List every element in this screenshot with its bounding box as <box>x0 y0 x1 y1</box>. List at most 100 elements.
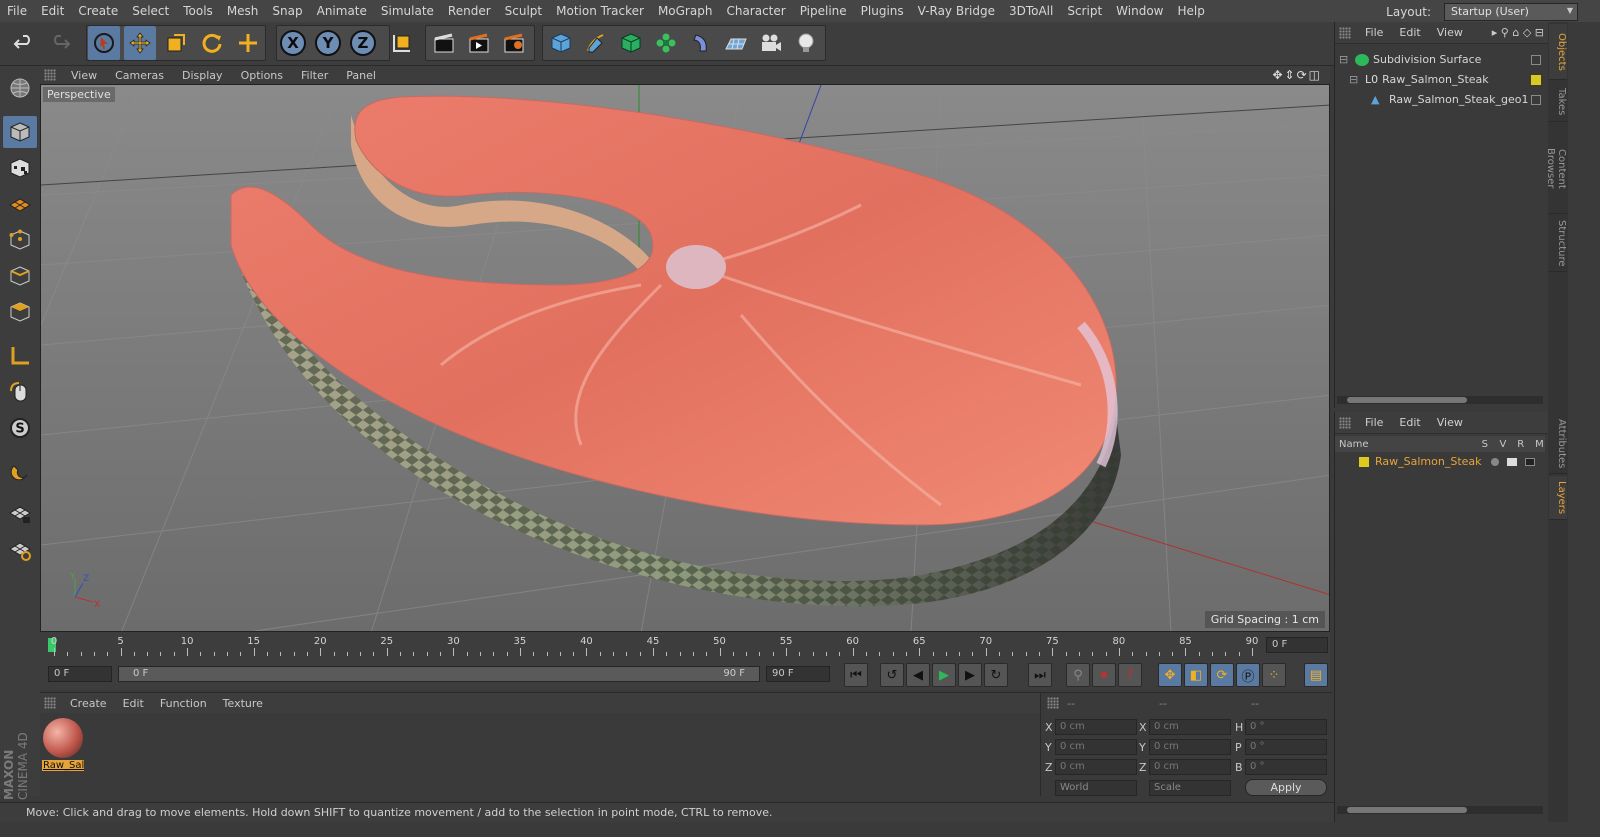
start-frame-field[interactable]: 0 F <box>48 666 112 682</box>
tree-item-subdivision[interactable]: ⊟ Subdivision Surface <box>1335 50 1545 69</box>
objects-scrollbar[interactable] <box>1337 396 1543 404</box>
model-mode-button[interactable] <box>3 116 37 148</box>
tree-item-null[interactable]: ⊟ L0 Raw_Salmon_Steak <box>1335 70 1545 89</box>
next-frame-button[interactable]: ▶ <box>958 663 982 687</box>
play-button[interactable]: ▶ <box>932 663 956 687</box>
layer-color-icon[interactable] <box>1531 74 1541 85</box>
polygons-mode-button[interactable] <box>3 296 37 328</box>
render-toggle-icon[interactable] <box>1525 457 1535 466</box>
pos-y-field[interactable]: 0 cm <box>1055 739 1137 755</box>
layout-select[interactable]: Startup (User) <box>1444 3 1578 21</box>
panel-grip-icon[interactable] <box>44 69 56 81</box>
panel-grip-icon[interactable] <box>1339 416 1351 429</box>
key-parameter-button[interactable]: Ⓟ <box>1236 663 1260 687</box>
edges-mode-button[interactable] <box>3 260 37 292</box>
view-toggle-icon[interactable] <box>1507 457 1517 466</box>
menu-motion-tracker[interactable]: Motion Tracker <box>549 0 651 22</box>
timeline-window-button[interactable]: ▤ <box>1304 663 1328 687</box>
solo-toggle-icon[interactable] <box>1491 457 1499 466</box>
viewport-menu-view[interactable]: View <box>62 69 106 82</box>
viewport-nav-icons[interactable]: ✥⇕⟳◫ <box>1272 68 1322 82</box>
menu-mograph[interactable]: MoGraph <box>651 0 720 22</box>
size-x-field[interactable]: 0 cm <box>1149 719 1231 735</box>
render-picture-viewer-button[interactable] <box>463 26 495 60</box>
preview-range-slider[interactable]: 0 F 90 F <box>118 666 760 682</box>
menu-tools[interactable]: Tools <box>176 0 220 22</box>
key-scale-button[interactable]: ◧ <box>1184 663 1208 687</box>
size-y-field[interactable]: 0 cm <box>1149 739 1231 755</box>
redo-button[interactable] <box>44 26 76 60</box>
workplane-lock-button[interactable] <box>3 498 37 530</box>
menu-render[interactable]: Render <box>441 0 498 22</box>
tree-expand-icon[interactable]: ⊟ <box>1349 73 1361 86</box>
subdivision-button[interactable] <box>615 26 647 60</box>
magnet-button[interactable] <box>3 456 37 488</box>
tab-objects[interactable]: Objects <box>1549 24 1567 80</box>
light-button[interactable] <box>790 26 822 60</box>
material-menu-function[interactable]: Function <box>152 697 215 710</box>
tree-item-geometry[interactable]: ▲ Raw_Salmon_Steak_geo1 <box>1335 90 1545 109</box>
menu-create[interactable]: Create <box>71 0 125 22</box>
objects-menu-view[interactable]: View <box>1429 26 1471 39</box>
key-rotation-button[interactable]: ⟳ <box>1210 663 1234 687</box>
layers-scroll-thumb[interactable] <box>1347 807 1467 813</box>
tab-attributes[interactable]: Attributes <box>1549 414 1567 474</box>
visibility-check-icon[interactable] <box>1531 94 1541 105</box>
current-frame-field[interactable]: 0 F <box>1266 637 1328 653</box>
keyframe-selection-button[interactable]: ⚲ <box>1066 663 1090 687</box>
texture-mode-button[interactable] <box>3 152 37 184</box>
menu-edit[interactable]: Edit <box>34 0 71 22</box>
panel-grip-icon[interactable] <box>1047 697 1059 709</box>
rot-p-field[interactable]: 0 ° <box>1245 739 1327 755</box>
objects-menu-edit[interactable]: Edit <box>1391 26 1428 39</box>
objects-menu-file[interactable]: File <box>1357 26 1391 39</box>
deformer-button[interactable] <box>685 26 717 60</box>
key-pla-button[interactable]: ⁘ <box>1262 663 1286 687</box>
objects-scroll-thumb[interactable] <box>1347 397 1467 403</box>
tweak-mode-button[interactable] <box>3 376 37 408</box>
visibility-check-icon[interactable] <box>1531 54 1541 65</box>
layer-color-swatch[interactable] <box>1359 456 1369 467</box>
menu-simulate[interactable]: Simulate <box>374 0 441 22</box>
timeline-ruler[interactable]: 0 5 10 15 20 25 30 35 40 45 50 55 60 65 70 75 80 85 90 0 F <box>40 632 1330 660</box>
viewport-menu-display[interactable]: Display <box>173 69 232 82</box>
tab-structure[interactable]: Structure <box>1549 216 1567 272</box>
material-swatch[interactable]: Raw_Sal <box>42 717 84 773</box>
prev-frame-button[interactable]: ◀ <box>906 663 930 687</box>
material-menu-texture[interactable]: Texture <box>215 697 271 710</box>
coordinate-system-button[interactable] <box>386 26 418 60</box>
go-to-end-button[interactable]: ⏭ <box>1028 663 1052 687</box>
workplane-mode-button[interactable] <box>3 188 37 220</box>
menu-help[interactable]: Help <box>1170 0 1211 22</box>
next-key-button[interactable]: ↻ <box>984 663 1008 687</box>
apply-button[interactable]: Apply <box>1245 779 1327 796</box>
points-mode-button[interactable] <box>3 224 37 256</box>
menu-window[interactable]: Window <box>1109 0 1170 22</box>
cube-button[interactable] <box>545 26 577 60</box>
workplane-align-button[interactable] <box>3 534 37 566</box>
layers-scrollbar[interactable] <box>1337 806 1543 814</box>
layer-row[interactable]: Raw_Salmon_Steak <box>1335 452 1545 471</box>
menu-mesh[interactable]: Mesh <box>220 0 266 22</box>
record-button[interactable]: ⏺ <box>1092 663 1116 687</box>
viewport-menu-filter[interactable]: Filter <box>292 69 337 82</box>
viewport-menu-panel[interactable]: Panel <box>337 69 385 82</box>
perspective-viewport[interactable]: Y Z X Perspective Grid Spacing : 1 cm <box>40 84 1330 632</box>
menu-3dtoall[interactable]: 3DToAll <box>1002 0 1060 22</box>
y-axis-lock-button[interactable]: Y <box>315 30 341 56</box>
pos-x-field[interactable]: 0 cm <box>1055 719 1137 735</box>
panel-grip-icon[interactable] <box>44 697 56 709</box>
menu-plugins[interactable]: Plugins <box>854 0 911 22</box>
tree-expand-icon[interactable]: ⊟ <box>1339 53 1351 66</box>
rot-h-field[interactable]: 0 ° <box>1245 719 1327 735</box>
snap-button[interactable]: S <box>3 412 37 444</box>
menu-script[interactable]: Script <box>1060 0 1109 22</box>
coordinate-mode-select[interactable]: World <box>1055 780 1137 796</box>
menu-snap[interactable]: Snap <box>265 0 309 22</box>
rotate-tool-button[interactable] <box>196 26 228 60</box>
scale-tool-button[interactable] <box>160 26 192 60</box>
axis-mode-button[interactable] <box>3 340 37 372</box>
viewport-menu-cameras[interactable]: Cameras <box>106 69 173 82</box>
move-tool-button[interactable] <box>124 26 156 60</box>
menu-character[interactable]: Character <box>719 0 792 22</box>
